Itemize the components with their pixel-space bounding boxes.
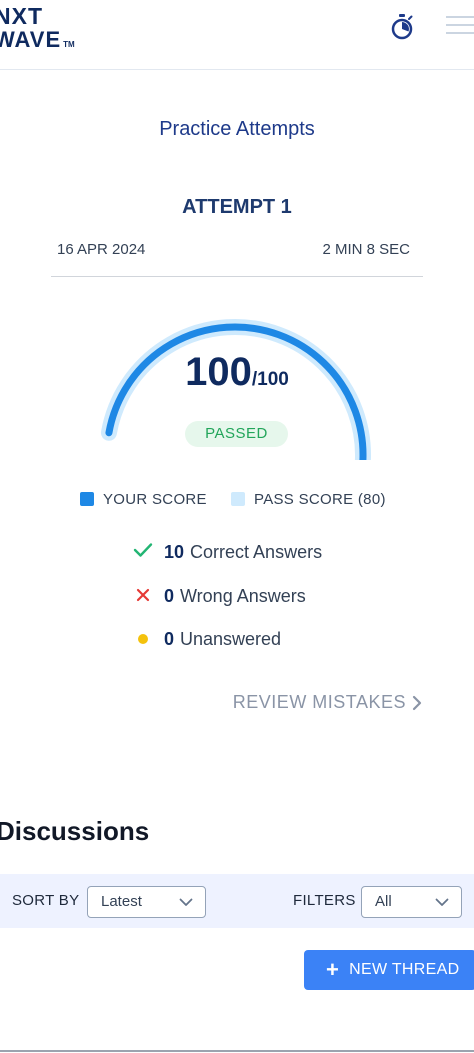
sort-selected-value: Latest	[101, 893, 142, 910]
unanswered-label: Unanswered	[180, 628, 282, 649]
stat-unanswered: 0 Unanswered	[132, 627, 281, 651]
chevron-down-icon	[179, 898, 193, 906]
attempt-label: ATTEMPT 1	[182, 196, 292, 218]
divider	[51, 276, 423, 277]
logo-line2-text: WAVE	[0, 27, 62, 52]
page-title: Practice Attempts	[159, 118, 315, 140]
hamburger-menu-icon[interactable]	[446, 16, 474, 38]
unanswered-count: 0	[164, 628, 175, 649]
your-score-swatch	[80, 492, 94, 506]
legend-your-score-label: YOUR SCORE	[103, 490, 207, 508]
bottom-divider	[0, 1050, 474, 1052]
wrong-count: 0	[164, 585, 175, 606]
filters-select[interactable]: All	[361, 886, 462, 918]
chevron-down-icon	[435, 898, 449, 906]
stat-wrong: 0 Wrong Answers	[132, 584, 306, 608]
score-value: 100	[185, 350, 252, 394]
correct-label: Correct Answers	[190, 541, 323, 562]
review-mistakes-link[interactable]: REVIEW MISTAKES	[233, 692, 422, 713]
sort-select[interactable]: Latest	[87, 886, 206, 918]
sort-by-label: SORT BY	[12, 892, 80, 909]
score-total: /100	[251, 369, 289, 390]
discussions-title: Discussions	[0, 816, 150, 846]
status-badge: PASSED	[185, 421, 288, 447]
new-thread-button[interactable]: + NEW THREAD	[304, 950, 474, 990]
app-header: NXT WAVE TM	[0, 0, 474, 70]
plus-icon: +	[326, 957, 340, 982]
logo-tm: TM	[63, 40, 75, 49]
stat-correct: 10 Correct Answers	[132, 540, 322, 564]
attempt-duration: 2 MIN 8 SEC	[322, 241, 410, 258]
logo-line1: NXT	[0, 3, 43, 29]
pass-score-swatch	[231, 492, 245, 506]
review-mistakes-label: REVIEW MISTAKES	[232, 692, 406, 712]
dot-icon	[132, 629, 154, 650]
logo-line2: WAVE TM	[0, 28, 75, 57]
legend-pass-score-label: PASS SCORE (80)	[254, 490, 386, 508]
new-thread-label: NEW THREAD	[349, 961, 460, 978]
attempt-date: 16 APR 2024	[57, 241, 146, 258]
stopwatch-icon[interactable]	[389, 13, 415, 41]
cross-icon	[132, 586, 154, 607]
filters-selected-value: All	[375, 893, 392, 910]
score-display: 100/100	[0, 350, 474, 395]
check-icon	[132, 542, 154, 563]
menu-bar	[446, 16, 474, 18]
wrong-label: Wrong Answers	[180, 585, 306, 606]
correct-count: 10	[164, 541, 185, 562]
menu-bar	[446, 24, 474, 26]
filters-label: FILTERS	[293, 892, 356, 909]
nxtwave-logo[interactable]: NXT WAVE TM	[0, 4, 75, 57]
menu-bar	[446, 32, 474, 34]
chevron-right-icon	[412, 695, 422, 710]
legend-your-score: YOUR SCORE	[80, 488, 207, 510]
legend-pass-score: PASS SCORE (80)	[231, 488, 386, 510]
